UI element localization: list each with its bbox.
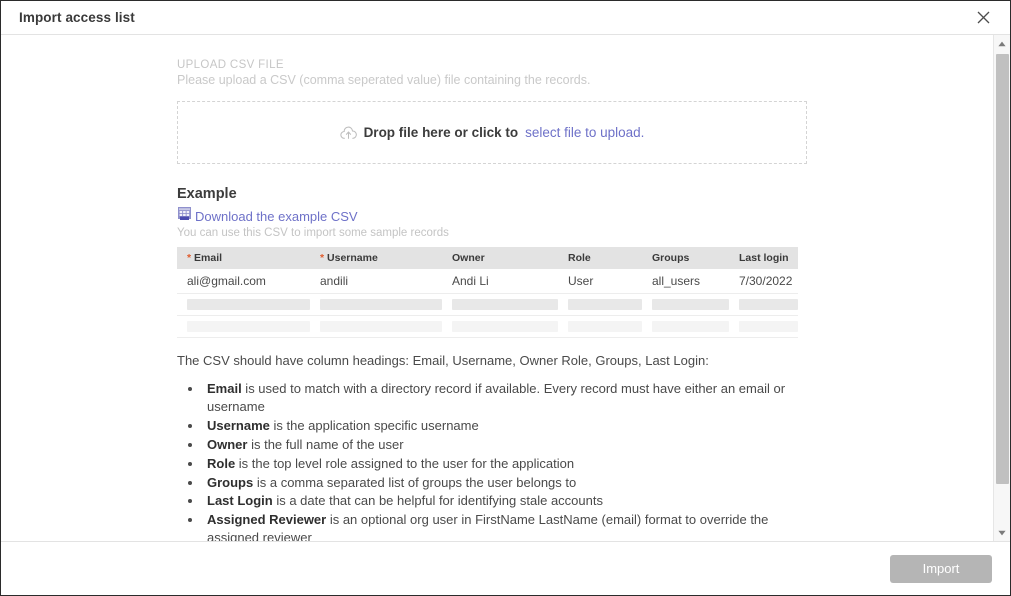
table-row: ali@gmail.com andili Andi Li User all_users 7… <box>177 269 798 294</box>
skeleton-bar <box>187 299 310 310</box>
csv-file-icon <box>177 206 192 226</box>
table-cell: andili <box>310 269 442 294</box>
table-cell-placeholder <box>729 293 798 316</box>
cloud-upload-icon <box>339 126 357 140</box>
table-header-label: Role <box>568 252 591 264</box>
skeleton-bar <box>568 321 642 332</box>
required-marker: * <box>320 252 328 264</box>
dialog-body: UPLOAD CSV FILE Please upload a CSV (com… <box>1 35 1010 541</box>
chevron-down-icon[interactable] <box>994 524 1011 541</box>
table-cell: all_users <box>642 269 729 294</box>
list-item: Groups is a comma separated list of grou… <box>203 474 807 492</box>
vertical-scrollbar[interactable] <box>993 35 1010 541</box>
table-header-label: Last login <box>739 252 789 264</box>
table-header-cell: * Email <box>177 247 310 269</box>
table-header-label: Email <box>194 252 223 264</box>
rule-term: Owner <box>207 436 248 452</box>
rule-text: is the application specific username <box>269 417 479 433</box>
table-row-placeholder <box>177 293 798 316</box>
upload-section-label: UPLOAD CSV FILE <box>177 59 284 71</box>
rule-term: Last Login <box>207 493 273 509</box>
table-cell-placeholder <box>642 315 729 338</box>
table-cell-placeholder <box>310 293 442 316</box>
rule-term: Email <box>207 380 242 396</box>
table-cell: 7/30/2022 <box>729 269 798 294</box>
csv-rules-list: Email is used to match with a directory … <box>177 380 807 541</box>
rule-text: is a date that can be helpful for identi… <box>272 493 603 509</box>
page-title: Import access list <box>19 10 135 25</box>
table-header-cell: Role <box>558 247 642 269</box>
scroll-area: UPLOAD CSV FILE Please upload a CSV (com… <box>1 35 993 541</box>
dialog-titlebar: Import access list <box>1 1 1010 35</box>
upload-section-sub: Please upload a CSV (comma seperated val… <box>177 73 591 87</box>
skeleton-bar <box>739 321 798 332</box>
table-cell-placeholder <box>729 315 798 338</box>
table-header-cell: Owner <box>442 247 558 269</box>
download-example-row[interactable]: Download the example CSV <box>177 206 807 226</box>
table-header-cell: * Username <box>310 247 442 269</box>
table-cell-placeholder <box>642 293 729 316</box>
example-heading: Example <box>177 186 237 202</box>
rule-text: is the top level role assigned to the us… <box>235 455 575 471</box>
skeleton-bar <box>320 321 442 332</box>
table-header-label: Groups <box>652 252 690 264</box>
rule-text: is a comma separated list of groups the … <box>253 474 577 490</box>
rule-term: Username <box>207 417 270 433</box>
import-button[interactable]: Import <box>890 554 992 583</box>
skeleton-bar <box>652 321 729 332</box>
skeleton-bar <box>652 299 729 310</box>
dialog-content: UPLOAD CSV FILE Please upload a CSV (com… <box>177 59 807 541</box>
scrollbar-track[interactable] <box>994 52 1011 524</box>
chevron-up-icon[interactable] <box>994 35 1011 52</box>
table-row-placeholder <box>177 315 798 338</box>
list-item: Role is the top level role assigned to t… <box>203 455 807 473</box>
skeleton-bar <box>187 321 310 332</box>
table-cell-placeholder <box>442 293 558 316</box>
select-file-link[interactable]: select file to upload. <box>525 125 644 140</box>
dropzone-text: Drop file here or click to <box>363 125 519 140</box>
rule-text: is used to match with a directory record… <box>207 380 786 414</box>
list-item: Email is used to match with a directory … <box>203 380 807 416</box>
file-dropzone[interactable]: Drop file here or click to select file t… <box>177 101 807 164</box>
list-item: Owner is the full name of the user <box>203 436 807 454</box>
list-item: Username is the application specific use… <box>203 417 807 435</box>
skeleton-bar <box>452 299 558 310</box>
table-cell: Andi Li <box>442 269 558 294</box>
example-table: * Email * Username Owner Role Groups Last log… <box>177 247 798 338</box>
skeleton-bar <box>739 299 798 310</box>
table-header-row: * Email * Username Owner Role Groups Last log… <box>177 247 798 269</box>
skeleton-bar <box>452 321 558 332</box>
table-header-cell: Last login <box>729 247 798 269</box>
table-header-cell: Groups <box>642 247 729 269</box>
skeleton-bar <box>568 299 642 310</box>
skeleton-bar <box>320 299 442 310</box>
table-cell-placeholder <box>310 315 442 338</box>
rule-term: Groups <box>207 474 254 490</box>
import-dialog: Import access list UPLOAD CSV FILE Pleas… <box>0 0 1011 596</box>
table-cell-placeholder <box>177 315 310 338</box>
table-cell-placeholder <box>558 315 642 338</box>
close-icon[interactable] <box>970 5 996 31</box>
table-cell-placeholder <box>558 293 642 316</box>
rule-term: Assigned Reviewer <box>207 512 327 528</box>
rule-text: is the full name of the user <box>247 436 404 452</box>
csv-description-intro: The CSV should have column headings: Ema… <box>177 353 709 368</box>
table-cell: ali@gmail.com <box>177 269 310 294</box>
table-header-label: Username <box>327 252 378 264</box>
list-item: Assigned Reviewer is an optional org use… <box>203 511 807 541</box>
required-marker: * <box>187 252 195 264</box>
rule-term: Role <box>207 455 236 471</box>
table-cell: User <box>558 269 642 294</box>
table-cell-placeholder <box>177 293 310 316</box>
table-header-label: Owner <box>452 252 485 264</box>
list-item: Last Login is a date that can be helpful… <box>203 492 807 510</box>
download-example-csv-link[interactable]: Download the example CSV <box>195 209 358 224</box>
table-cell-placeholder <box>442 315 558 338</box>
download-example-sub: You can use this CSV to import some samp… <box>177 227 449 239</box>
scrollbar-thumb[interactable] <box>995 54 1009 484</box>
dialog-footer: Import <box>1 541 1010 595</box>
